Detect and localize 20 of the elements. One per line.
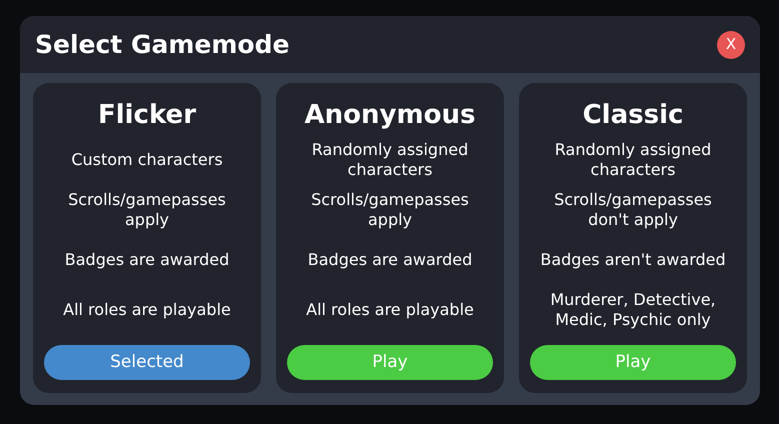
feature-text: Custom characters	[71, 150, 223, 170]
play-button[interactable]: Play	[287, 345, 493, 380]
play-button[interactable]: Play	[530, 345, 736, 380]
mode-title: Flicker	[98, 99, 196, 132]
selected-button[interactable]: Selected	[44, 345, 250, 380]
mode-title: Classic	[582, 99, 684, 132]
mode-title: Anonymous	[304, 99, 476, 132]
feature-text: Murderer, Detective, Medic, Psychic only	[549, 290, 717, 330]
feature-text: Scrolls/gamepasses don't apply	[553, 190, 713, 230]
feature-text: Randomly assigned characters	[554, 140, 712, 180]
close-button[interactable]: X	[717, 30, 745, 58]
feature-text: Scrolls/gamepasses apply	[67, 190, 227, 230]
feature-text: All roles are playable	[306, 300, 474, 320]
feature-text: Badges are awarded	[64, 250, 230, 270]
feature-text: Scrolls/gamepasses apply	[310, 190, 470, 230]
feature-text: Badges are awarded	[308, 250, 472, 270]
feature-text: All roles are playable	[63, 300, 231, 320]
feature-text: Badges aren't awarded	[540, 250, 726, 270]
window-title: Select Gamemode	[35, 28, 290, 61]
feature-text: Randomly assigned characters	[310, 140, 470, 180]
